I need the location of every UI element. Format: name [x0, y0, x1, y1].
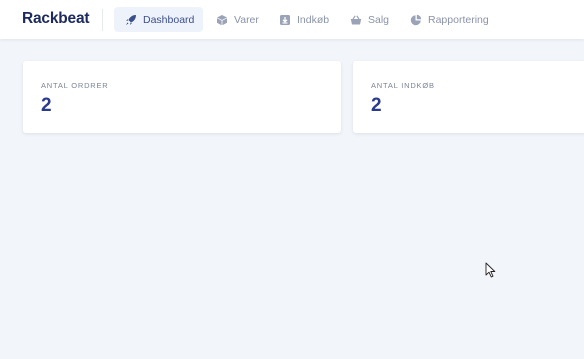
stat-value: 2: [41, 95, 52, 116]
brand-logo[interactable]: Rackbeat: [22, 10, 90, 28]
stat-label: ANTAL ORDRER: [41, 81, 109, 90]
stat-card-purchases[interactable]: ANTAL INDKØB 2: [353, 61, 584, 133]
nav-item-dashboard[interactable]: Dashboard: [114, 7, 203, 32]
stat-card-orders[interactable]: ANTAL ORDRER 2: [23, 61, 341, 133]
nav-item-varer[interactable]: Varer: [205, 7, 269, 32]
brand-divider: [102, 9, 103, 31]
mouse-cursor-icon: [485, 262, 496, 278]
nav-item-salg[interactable]: Salg: [339, 7, 399, 32]
pie-chart-icon: [410, 14, 422, 25]
download-icon: [280, 14, 290, 25]
top-navigation-bar: Rackbeat Dashboard Varer Indkøb Salg Rap…: [0, 0, 584, 39]
nav-item-indkob[interactable]: Indkøb: [268, 7, 342, 32]
nav-item-label: Rapportering: [428, 13, 489, 26]
basket-icon: [350, 14, 362, 24]
nav-item-label: Salg: [368, 13, 390, 26]
stat-value: 2: [371, 95, 382, 116]
box-icon: [217, 14, 227, 25]
nav-item-label: Dashboard: [143, 13, 195, 26]
nav-item-label: Indkøb: [297, 13, 330, 26]
nav-item-rapportering[interactable]: Rapportering: [399, 7, 495, 32]
stat-label: ANTAL INDKØB: [371, 81, 435, 90]
nav-item-label: Varer: [234, 13, 259, 26]
rocket-icon: [126, 14, 136, 25]
